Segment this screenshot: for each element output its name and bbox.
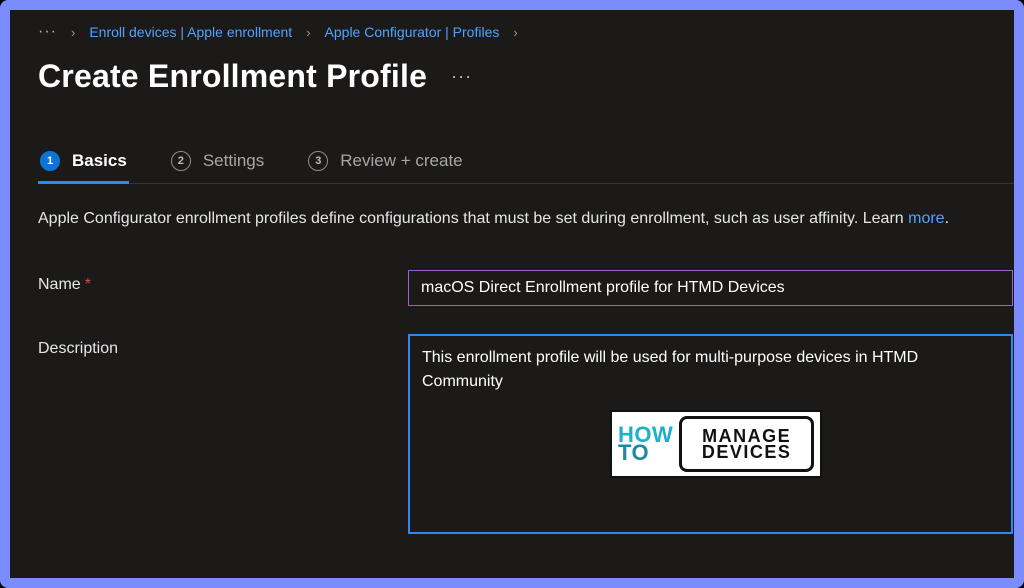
tab-settings[interactable]: 2 Settings (169, 145, 266, 183)
description-label: Description (38, 334, 408, 358)
name-label: Name* (38, 270, 408, 294)
form-row-name: Name* (38, 270, 1014, 306)
description-textarea[interactable]: This enrollment profile will be used for… (408, 334, 1013, 534)
breadcrumb-overflow-icon[interactable]: ··· (38, 24, 57, 40)
required-indicator-icon: * (85, 276, 91, 293)
intro-link-suffix: . (945, 210, 949, 227)
wizard-steps: 1 Basics 2 Settings 3 Review + create (38, 145, 1014, 184)
form-row-description: Description This enrollment profile will… (38, 334, 1014, 534)
intro-link-prefix: Learn (863, 210, 908, 227)
step-label: Settings (203, 151, 264, 171)
step-label: Review + create (340, 151, 462, 171)
page-title: Create Enrollment Profile (38, 58, 427, 95)
step-label: Basics (72, 151, 127, 171)
highlight-frame: ··· › Enroll devices | Apple enrollment … (0, 0, 1024, 588)
intro-body: Apple Configurator enrollment profiles d… (38, 210, 863, 227)
chevron-right-icon: › (71, 25, 75, 40)
chevron-right-icon: › (306, 25, 310, 40)
step-number-badge: 3 (308, 151, 328, 171)
chevron-right-icon: › (513, 25, 517, 40)
intro-text: Apple Configurator enrollment profiles d… (38, 208, 1014, 230)
learn-more-link[interactable]: more (908, 210, 944, 227)
more-actions-icon[interactable]: ··· (451, 66, 472, 87)
htmd-watermark: HOW TO MANAGE DEVICES (610, 410, 822, 478)
breadcrumb-link-apple-configurator-profiles[interactable]: Apple Configurator | Profiles (325, 24, 500, 40)
breadcrumb: ··· › Enroll devices | Apple enrollment … (38, 24, 1014, 40)
step-number-badge: 2 (171, 151, 191, 171)
name-label-text: Name (38, 276, 81, 293)
title-row: Create Enrollment Profile ··· (38, 58, 1014, 95)
description-text: This enrollment profile will be used for… (422, 346, 999, 392)
name-input[interactable] (408, 270, 1013, 306)
watermark-to: TO (618, 444, 673, 463)
breadcrumb-link-enroll-devices[interactable]: Enroll devices | Apple enrollment (89, 24, 292, 40)
page: ··· › Enroll devices | Apple enrollment … (10, 10, 1014, 578)
watermark-right: MANAGE DEVICES (679, 416, 814, 472)
watermark-line2: DEVICES (702, 444, 792, 460)
tab-review-create[interactable]: 3 Review + create (306, 145, 464, 183)
step-number-badge: 1 (40, 151, 60, 171)
watermark-left: HOW TO (618, 416, 673, 472)
tab-basics[interactable]: 1 Basics (38, 145, 129, 183)
